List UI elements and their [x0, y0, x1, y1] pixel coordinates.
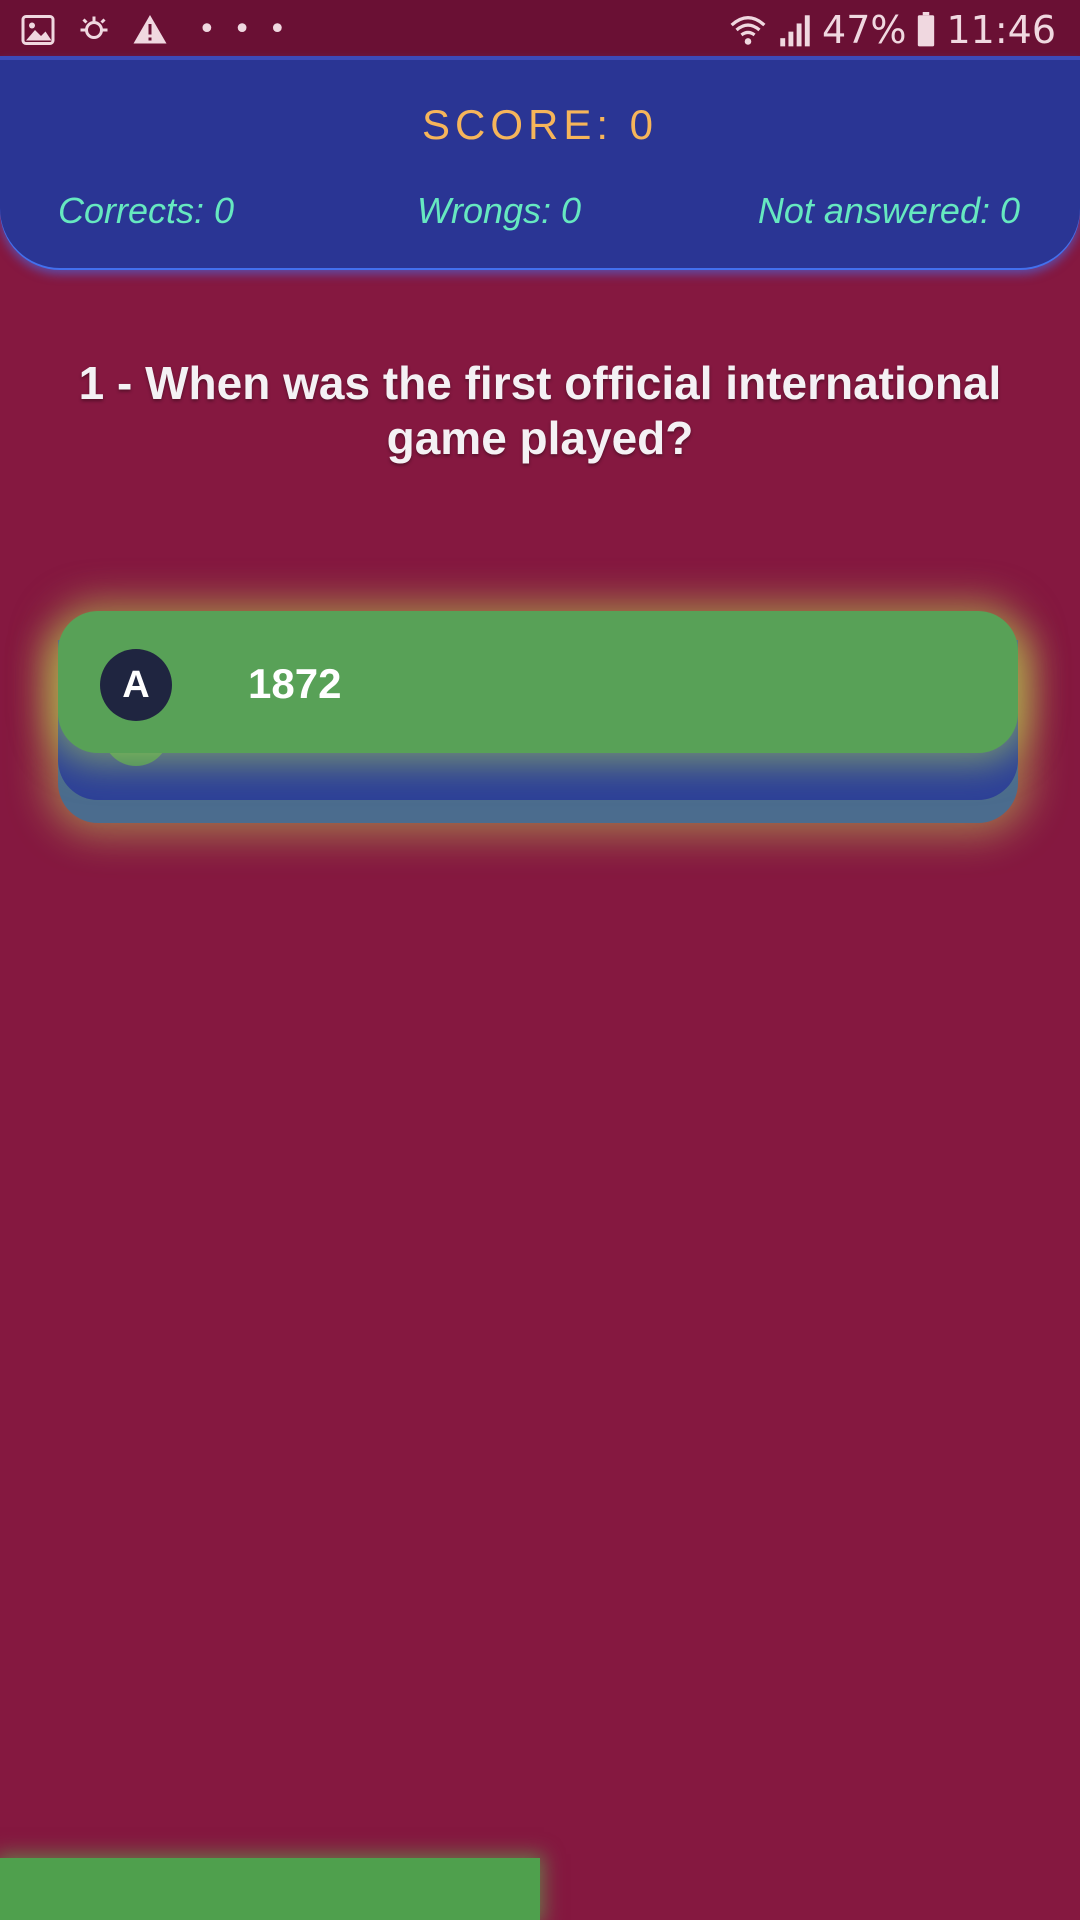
not-answered-count: Not answered: 0 — [757, 190, 1020, 231]
gallery-icon — [21, 15, 55, 45]
score-title: SCORE: 0 — [421, 101, 659, 148]
answer-option-a[interactable]: A 1872 — [58, 611, 1018, 753]
warning-icon — [133, 15, 167, 44]
battery-icon — [918, 12, 935, 47]
corrects-count: Corrects: 0 — [58, 190, 235, 231]
clock: 11:46 — [946, 8, 1056, 52]
more-notifications-icon: • • • — [198, 12, 291, 47]
quiz-screen: • • • 47% 11:46 SCORE: 0 Corrects: 0 Wro… — [0, 0, 1080, 1920]
timer-progress-bar — [0, 1858, 1080, 1920]
answer-letter-badge: A — [100, 649, 172, 721]
signal-icon — [780, 15, 810, 47]
system-status: 47% 11:46 — [728, 8, 1056, 52]
status-bar: • • • 47% 11:46 — [0, 0, 1080, 62]
sync-icon — [80, 16, 108, 39]
wifi-icon — [730, 16, 766, 45]
question-text: 1 - When was the first official internat… — [78, 357, 1002, 464]
score-panel: SCORE: 0 Corrects: 0 Wrongs: 0 Not answe… — [0, 56, 1080, 268]
answer-option-text: 1872 — [248, 660, 342, 707]
timer-progress-fill — [0, 1858, 540, 1920]
notification-icons: • • • — [20, 12, 290, 48]
battery-percent: 47% — [822, 8, 907, 52]
wrongs-count: Wrongs: 0 — [417, 190, 582, 231]
